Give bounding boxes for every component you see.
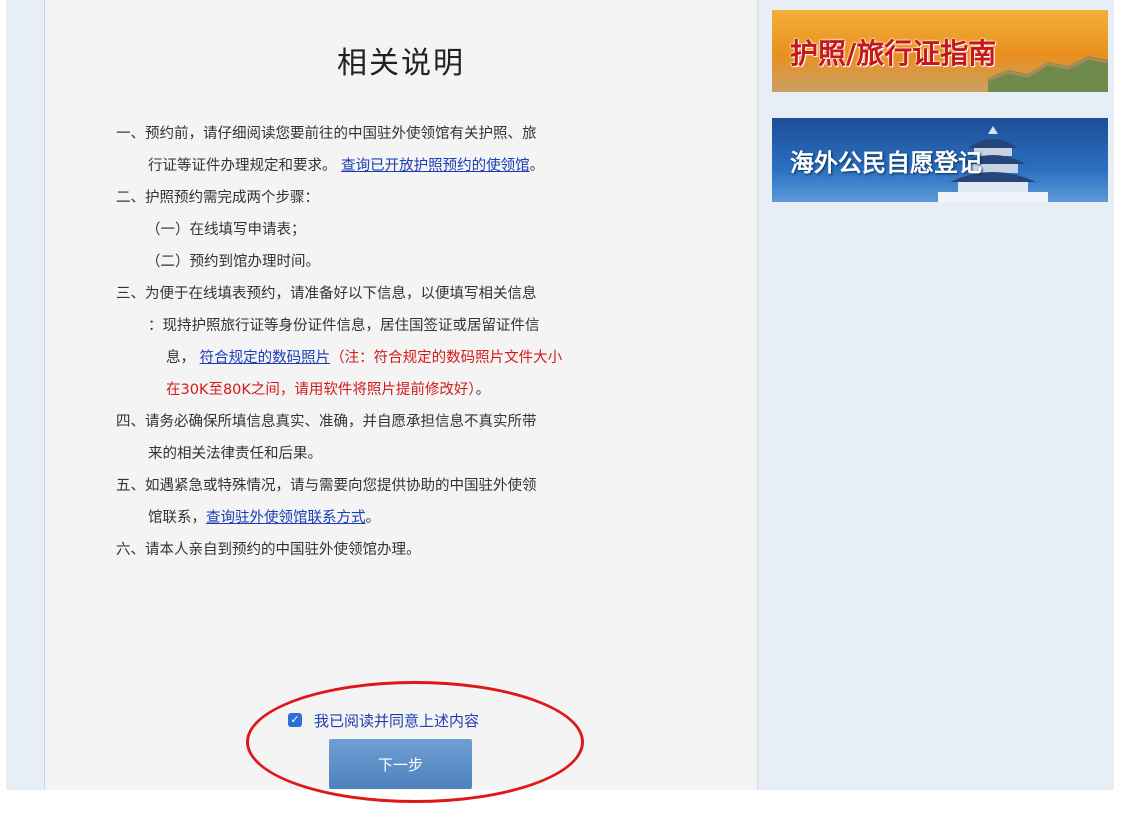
instruction-item-3-cont-2: 息， 符合规定的数码照片（注：符合规定的数码照片文件大小 (166, 350, 563, 366)
photo-size-note: （注：符合规定的数码照片文件大小 (330, 350, 563, 366)
instruction-item-2: 二、护照预约需完成两个步骤： (116, 190, 319, 206)
passport-guide-banner-label: 护照/旅行证指南 (790, 37, 997, 70)
left-margin-strip (6, 0, 45, 790)
overseas-registration-banner-label: 海外公民自愿登记 (790, 149, 982, 177)
instruction-item-5-cont: 馆联系，查询驻外使领馆联系方式。 (148, 510, 380, 526)
digital-photo-requirements-link[interactable]: 符合规定的数码照片 (200, 350, 331, 366)
embassy-contacts-link[interactable]: 查询驻外使领馆联系方式 (206, 510, 366, 526)
instruction-item-4-cont: 来的相关法律责任和后果。 (148, 446, 322, 462)
photo-size-note-cont: 在30K至80K之间，请用软件将照片提前修改好） (166, 382, 476, 398)
great-wall-icon (988, 56, 1108, 92)
agreement-checkbox[interactable]: ✓ (288, 713, 302, 727)
instruction-item-1: 一、预约前，请仔细阅读您要前往的中国驻外使领馆有关护照、旅 (116, 126, 537, 142)
open-embassies-link[interactable]: 查询已开放护照预约的使领馆 (341, 158, 530, 174)
instructions-list: 一、预约前，请仔细阅读您要前往的中国驻外使领馆有关护照、旅 行证等证件办理规定和… (116, 118, 676, 566)
instruction-item-3-cont-3: 在30K至80K之间，请用软件将照片提前修改好）。 (166, 382, 491, 398)
instruction-item-2-step-2: （二）预约到馆办理时间。 (146, 254, 320, 270)
instruction-item-4: 四、请务必确保所填信息真实、准确，并自愿承担信息不真实所带 (116, 414, 537, 430)
agreement-label: 我已阅读并同意上述内容 (314, 711, 480, 730)
instruction-item-2-step-1: （一）在线填写申请表； (146, 222, 306, 238)
passport-guide-banner[interactable]: 护照/旅行证指南 (772, 10, 1108, 92)
instruction-item-1-cont: 行证等证件办理规定和要求。 查询已开放护照预约的使领馆。 (148, 158, 545, 174)
instruction-item-5: 五、如遇紧急或特殊情况，请与需要向您提供协助的中国驻外使领 (116, 478, 537, 494)
instruction-item-3-cont-1: ：现持护照旅行证等身份证件信息，居住国签证或居留证件信 (148, 318, 540, 334)
page-title: 相关说明 (337, 46, 465, 81)
next-step-button[interactable]: 下一步 (329, 739, 472, 789)
instruction-item-6: 六、请本人亲自到预约的中国驻外使领馆办理。 (116, 542, 421, 558)
instruction-item-3: 三、为便于在线填表预约，请准备好以下信息，以便填写相关信息 (116, 286, 537, 302)
overseas-registration-banner[interactable]: 海外公民自愿登记 (772, 118, 1108, 202)
agreement-checkbox-row[interactable]: ✓ 我已阅读并同意上述内容 (288, 709, 479, 731)
